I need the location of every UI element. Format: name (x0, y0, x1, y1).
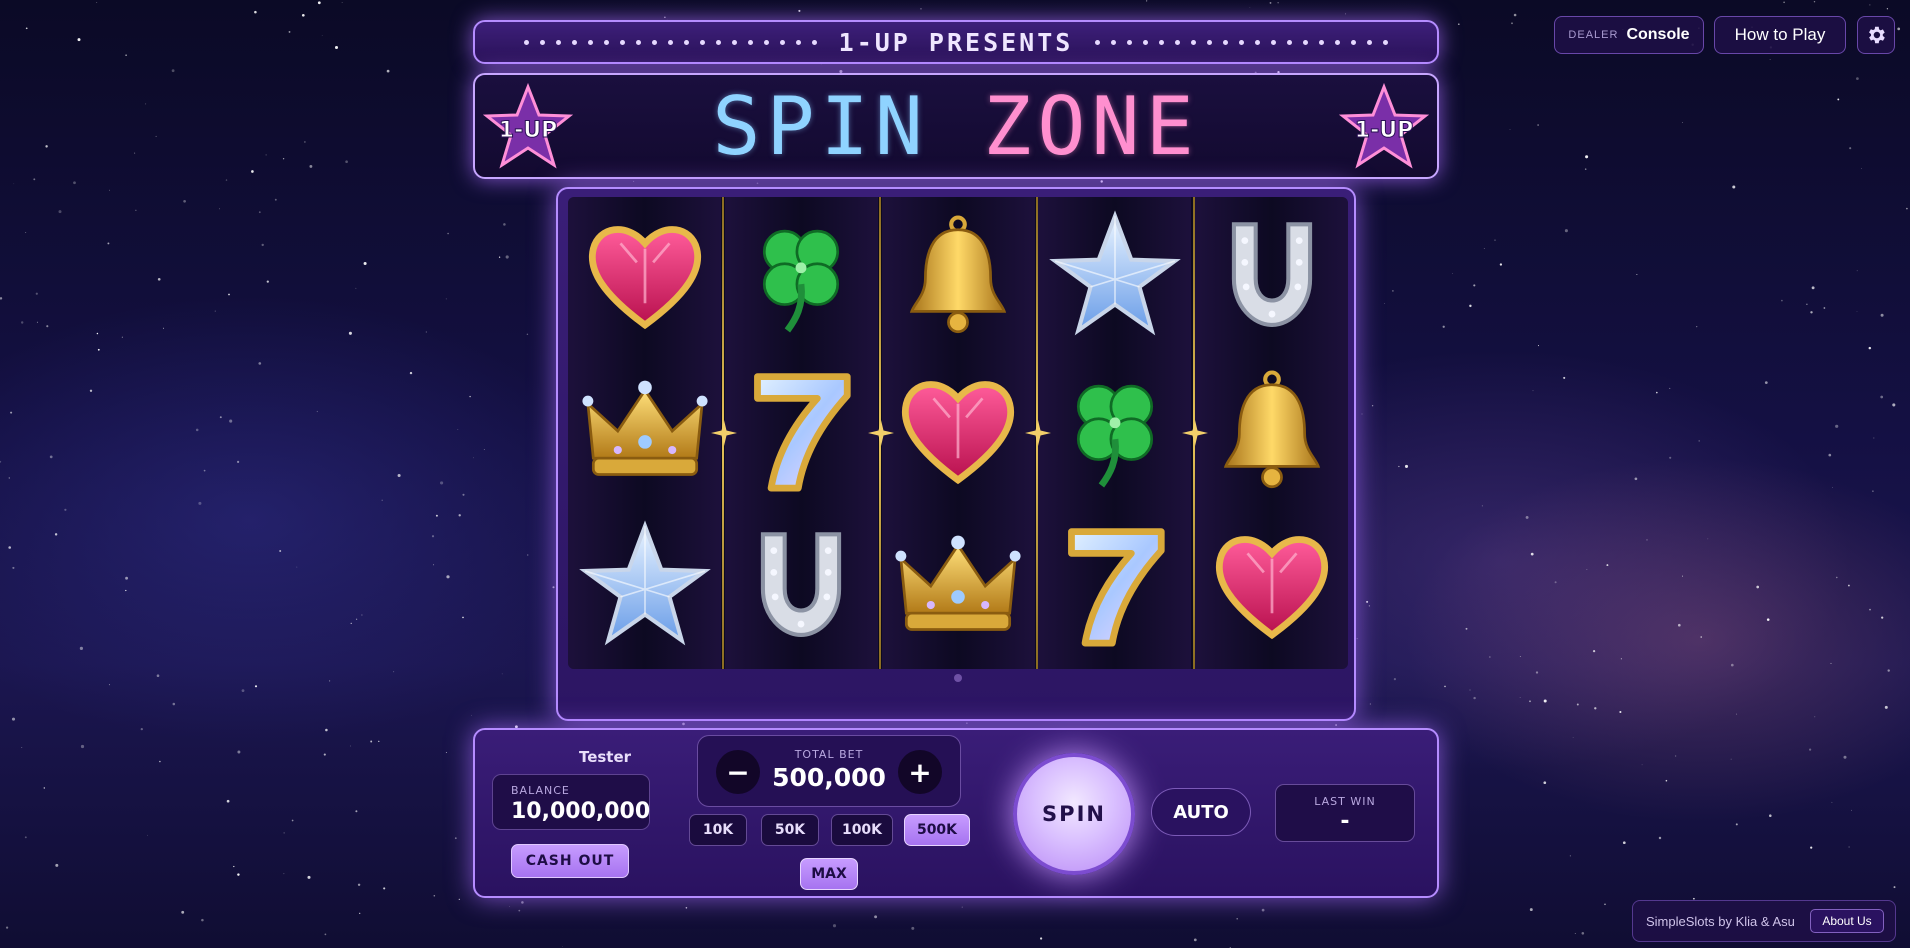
reel-cell-1-3 (882, 201, 1035, 351)
balance-display: BALANCE 10,000,000 (492, 774, 650, 830)
reel-cell-3-5 (1195, 511, 1348, 661)
reel-window (568, 197, 1348, 669)
heart-icon (588, 226, 701, 330)
reel-cell-2-4 (1038, 356, 1191, 506)
reel-cell-3-1 (568, 511, 721, 661)
last-win-label: LAST WIN (1314, 795, 1376, 808)
banner-dots-left (523, 39, 817, 45)
logo-text: 1-UP (1355, 118, 1413, 143)
last-win-display: LAST WIN - (1275, 784, 1415, 842)
horseshoe-icon (1231, 222, 1312, 328)
bet-chip-50k[interactable]: 50K (761, 814, 819, 846)
bet-chip-10k[interactable]: 10K (689, 814, 747, 846)
title-banner: 1-UP SPIN ZONE 1-UP (473, 73, 1439, 179)
spin-button[interactable]: SPIN (1013, 753, 1135, 875)
bet-chip-100k[interactable]: 100K (831, 814, 893, 846)
seven-icon (1067, 528, 1165, 647)
player-name: Tester (578, 748, 632, 766)
heart-icon (901, 381, 1015, 485)
increase-bet-button[interactable]: + (898, 750, 942, 794)
dealer-console-label: Console (1626, 26, 1690, 43)
auto-spin-button[interactable]: AUTO (1151, 788, 1251, 836)
bell-icon (1223, 370, 1320, 489)
star-icon (578, 520, 711, 646)
reel-frame (556, 187, 1356, 721)
settings-button[interactable] (1857, 16, 1895, 54)
star-icon (1048, 210, 1181, 336)
dealer-small-label: DEALER (1568, 29, 1619, 41)
reel-cell-1-4 (1038, 201, 1191, 351)
presents-banner: 1-UP PRESENTS (473, 20, 1439, 64)
clover-icon (1076, 384, 1153, 488)
how-to-play-button[interactable]: How to Play (1714, 16, 1846, 54)
clover-icon (763, 229, 840, 333)
cash-out-button[interactable]: CASH OUT (511, 844, 629, 878)
total-bet-display: − TOTAL BET 500,000 + (697, 735, 961, 807)
gear-icon (1869, 26, 1885, 44)
reel-cell-1-1 (568, 201, 721, 351)
about-us-button[interactable]: About Us (1810, 909, 1884, 933)
reel-cell-1-2 (725, 201, 878, 351)
dealer-console-button[interactable]: DEALER Console (1554, 16, 1704, 54)
reel-cell-2-2 (725, 356, 878, 506)
crown-icon (895, 535, 1021, 631)
reel-indicator-dot (954, 674, 962, 682)
reel-cell-3-4 (1038, 511, 1191, 661)
footer-credit-box: SimpleSlots by Klia & Asu About Us (1632, 900, 1896, 942)
bet-chip-500k[interactable]: 500K (904, 814, 970, 846)
balance-label: BALANCE (511, 784, 570, 797)
presents-text: 1-UP PRESENTS (838, 27, 1074, 57)
control-panel: Tester BALANCE 10,000,000 CASH OUT − TOT… (473, 728, 1439, 898)
max-bet-button[interactable]: MAX (800, 858, 858, 890)
last-win-value: - (1340, 809, 1350, 834)
crown-icon (581, 380, 708, 476)
1up-logo-right: 1-UP (1339, 83, 1429, 169)
heart-icon (1215, 536, 1328, 640)
reel-cell-2-1 (568, 356, 721, 506)
bell-icon (909, 215, 1007, 334)
title-word-spin: SPIN (712, 80, 929, 173)
reel-cell-2-3 (882, 356, 1035, 506)
balance-value: 10,000,000 (511, 799, 651, 824)
reel-cell-2-5 (1195, 356, 1348, 506)
banner-dots-right (1095, 39, 1389, 45)
footer-credit: SimpleSlots by Klia & Asu (1646, 914, 1795, 929)
game-title: SPIN ZONE (475, 85, 1437, 169)
horseshoe-icon (761, 532, 842, 638)
reel-cell-1-5 (1195, 201, 1348, 351)
reel-cell-3-3 (882, 511, 1035, 661)
seven-icon (754, 373, 851, 492)
reel-cell-3-2 (725, 511, 878, 661)
title-word-zone: ZONE (983, 80, 1200, 173)
